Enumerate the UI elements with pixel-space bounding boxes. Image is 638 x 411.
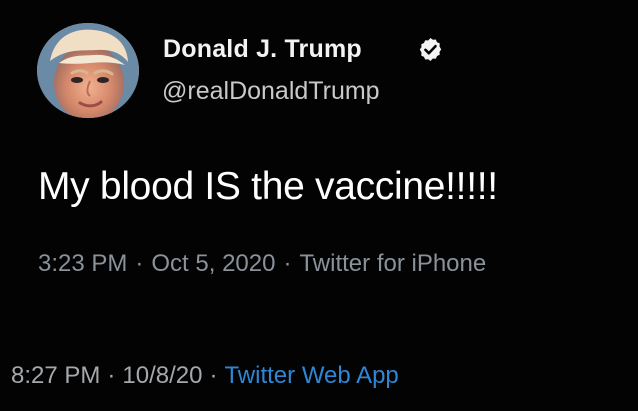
retweet-metadata: 8:27 PM · 10/8/20 · Twitter Web App <box>11 362 399 390</box>
footer-date[interactable]: 10/8/20 <box>122 362 202 389</box>
tweet-screenshot: Donald J. Trump @realDonaldTrump My bloo… <box>0 0 638 411</box>
footer-separator: · <box>107 362 116 389</box>
tweet-body: My blood IS the vaccine!!!!! <box>38 165 498 208</box>
tweet-metadata: 3:23 PM · Oct 5, 2020 · Twitter for iPhone <box>38 250 486 278</box>
tweet-time[interactable]: 3:23 PM <box>38 250 127 277</box>
footer-source-link[interactable]: Twitter Web App <box>224 362 398 389</box>
footer-time[interactable]: 8:27 PM <box>11 362 100 389</box>
profile-avatar[interactable] <box>37 23 139 118</box>
footer-separator-2: · <box>209 362 218 389</box>
author-handle[interactable]: @realDonaldTrump <box>162 77 380 106</box>
metadata-separator-2: · <box>283 250 292 277</box>
metadata-separator: · <box>135 250 144 277</box>
author-display-name[interactable]: Donald J. Trump <box>163 35 362 64</box>
verified-badge-icon <box>419 38 442 61</box>
tweet-date[interactable]: Oct 5, 2020 <box>151 250 275 277</box>
tweet-client[interactable]: Twitter for iPhone <box>299 250 486 277</box>
portrait-icon <box>37 23 139 118</box>
